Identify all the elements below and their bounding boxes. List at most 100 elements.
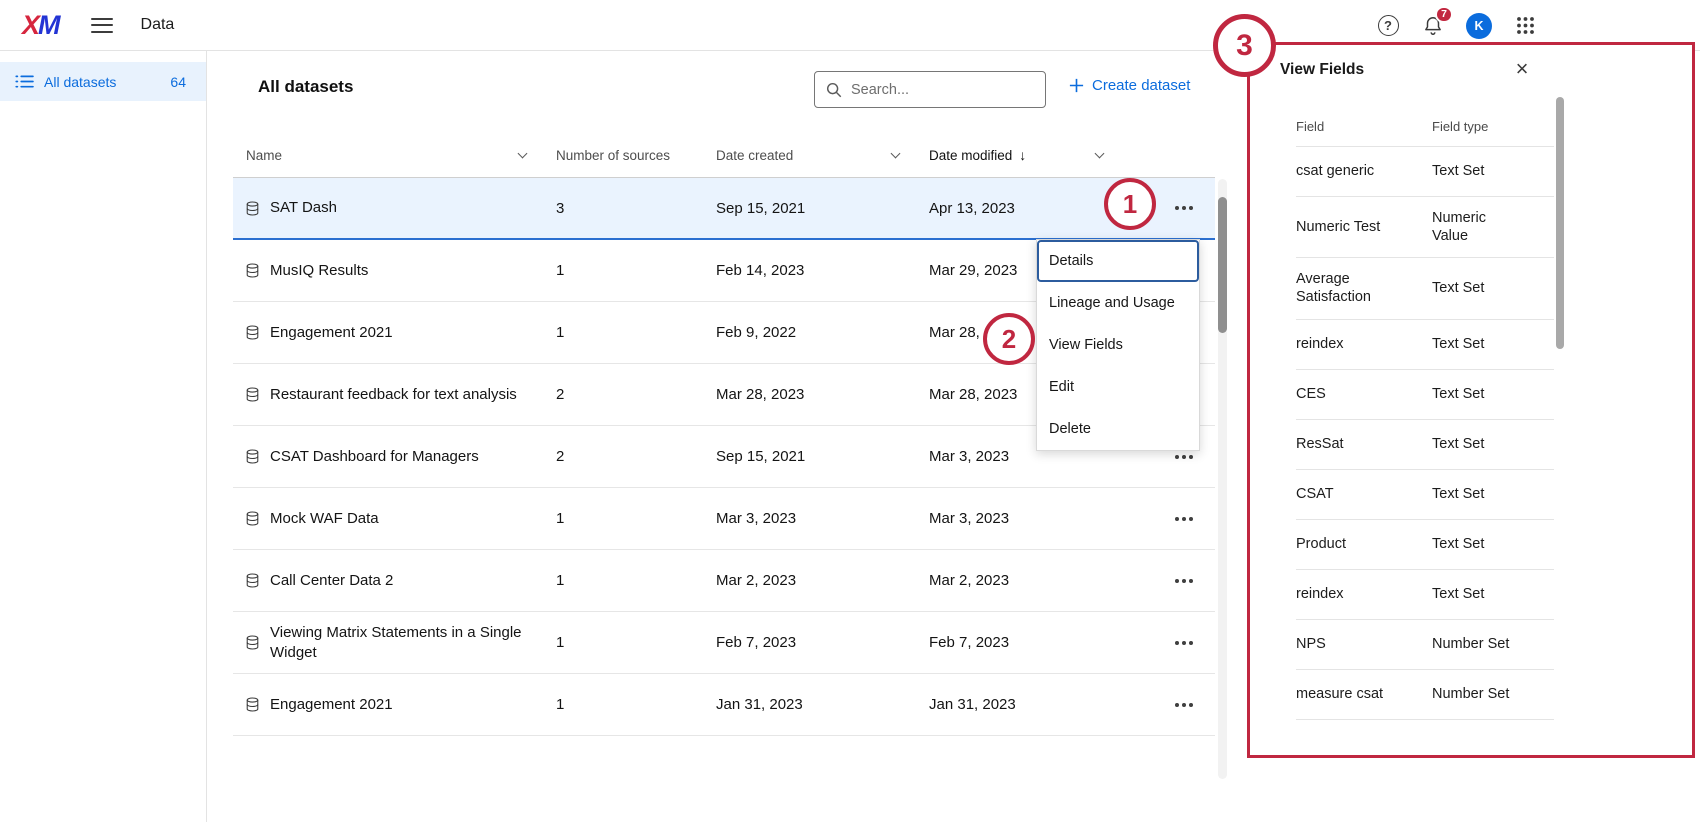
column-header-date-modified[interactable]: Date modified ↓ [929,133,1111,177]
row-actions-button[interactable] [1167,504,1201,534]
sidebar-item-label: All datasets [44,74,116,90]
dataset-sources: 1 [556,510,716,527]
field-type: Numeric Value [1432,209,1520,245]
dataset-sources: 1 [556,262,716,279]
table-row[interactable]: Mock WAF Data 1 Mar 3, 2023 Mar 3, 2023 [233,488,1215,550]
row-actions-button[interactable] [1167,193,1201,223]
fields-list: csat generic Text Set Numeric Test Numer… [1296,147,1554,720]
dataset-date-created: Sep 15, 2021 [716,200,929,217]
search-input[interactable] [851,82,1035,98]
dataset-icon [246,511,259,526]
field-type: Number Set [1432,685,1520,703]
table-row[interactable]: SAT Dash 3 Sep 15, 2021 Apr 13, 2023 [233,178,1215,240]
context-menu-item[interactable]: Lineage and Usage [1037,282,1199,324]
dataset-icon [246,573,259,588]
field-type: Text Set [1432,335,1520,353]
list-icon [15,74,34,89]
dataset-name: Viewing Matrix Statements in a Single Wi… [270,623,546,662]
table-header-row: Name Number of sources Date created Date… [233,133,1215,178]
column-label: Date modified [929,148,1012,163]
avatar[interactable]: K [1466,13,1492,39]
dataset-icon [246,263,259,278]
table-row[interactable]: Viewing Matrix Statements in a Single Wi… [233,612,1215,674]
annotation-circle-3: 3 [1213,14,1276,77]
column-label: Name [246,148,282,163]
field-row: CSAT Text Set [1296,470,1554,520]
page-title: Data [141,16,175,34]
menu-item-label: View Fields [1049,337,1123,353]
help-button[interactable]: ? [1376,14,1400,38]
dataset-sources: 1 [556,634,716,651]
chevron-down-icon[interactable] [1095,149,1105,159]
avatar-initial: K [1474,19,1483,33]
search-box[interactable] [814,71,1046,108]
chevron-down-icon[interactable] [518,149,528,159]
field-row: measure csat Number Set [1296,670,1554,720]
main-scrollbar-thumb[interactable] [1218,197,1227,333]
menu-item-label: Details [1049,253,1093,269]
apps-grid-button[interactable] [1513,14,1537,38]
xm-logo[interactable]: XM [22,12,59,39]
field-type: Text Set [1432,385,1520,403]
context-menu-item[interactable]: Details [1037,240,1199,282]
dataset-icon [246,201,259,216]
field-row: ResSat Text Set [1296,420,1554,470]
dataset-sources: 1 [556,324,716,341]
dataset-date-created: Mar 3, 2023 [716,510,929,527]
sidebar-item-all-datasets[interactable]: All datasets 64 [0,62,206,101]
dataset-icon [246,325,259,340]
panel-scrollbar-thumb[interactable] [1556,97,1564,349]
chevron-down-icon[interactable] [891,149,901,159]
notifications-button[interactable]: 7 [1421,14,1445,38]
dataset-date-created: Mar 28, 2023 [716,386,929,403]
close-button[interactable]: × [1508,55,1536,83]
dataset-date-modified: Apr 13, 2023 [929,200,1111,217]
row-actions-button[interactable] [1167,566,1201,596]
context-menu-item[interactable]: Delete [1037,408,1199,450]
logo-letter-x: X [22,12,38,39]
field-row: Average Satisfaction Text Set [1296,258,1554,319]
dataset-date-created: Feb 7, 2023 [716,634,929,651]
main-scrollbar[interactable] [1218,179,1227,779]
column-header-date-created[interactable]: Date created [716,133,929,177]
column-label: Date created [716,148,793,163]
field-row: Product Text Set [1296,520,1554,570]
field-name: Product [1296,535,1432,553]
menu-item-label: Lineage and Usage [1049,295,1175,311]
field-row: csat generic Text Set [1296,147,1554,197]
dataset-name: SAT Dash [270,198,337,218]
field-row: Numeric Test Numeric Value [1296,197,1554,258]
field-name: CSAT [1296,485,1432,503]
create-dataset-button[interactable]: Create dataset [1068,77,1190,94]
dataset-name: Engagement 2021 [270,695,393,715]
field-row: reindex Text Set [1296,320,1554,370]
dataset-name: Mock WAF Data [270,509,379,529]
context-menu-item[interactable]: Edit [1037,366,1199,408]
column-header-name[interactable]: Name [233,133,556,177]
field-type: Number Set [1432,635,1520,653]
question-icon: ? [1378,15,1399,36]
grid-icon [1516,16,1535,35]
row-actions-button[interactable] [1167,690,1201,720]
context-menu-item[interactable]: View Fields [1037,324,1199,366]
field-name: reindex [1296,585,1432,603]
row-actions-button[interactable] [1167,628,1201,658]
column-header-sources: Number of sources [556,133,716,177]
dataset-count: 64 [170,74,186,90]
field-name: Average Satisfaction [1296,270,1432,306]
field-row: CES Text Set [1296,370,1554,420]
dataset-sources: 1 [556,572,716,589]
dataset-name: Engagement 2021 [270,323,393,343]
field-row: NPS Number Set [1296,620,1554,670]
dataset-icon [246,449,259,464]
field-type: Text Set [1432,279,1520,297]
panel-header: View Fields × [1250,45,1692,95]
dataset-sources: 2 [556,386,716,403]
dataset-date-modified: Mar 2, 2023 [929,572,1111,589]
table-row[interactable]: Engagement 2021 1 Jan 31, 2023 Jan 31, 2… [233,674,1215,736]
annotation-label: 1 [1123,189,1137,220]
global-nav-menu-button[interactable] [91,18,113,33]
table-row[interactable]: Call Center Data 2 1 Mar 2, 2023 Mar 2, … [233,550,1215,612]
context-menu: Details Lineage and Usage View Fields Ed… [1036,239,1200,451]
field-name: csat generic [1296,162,1432,180]
